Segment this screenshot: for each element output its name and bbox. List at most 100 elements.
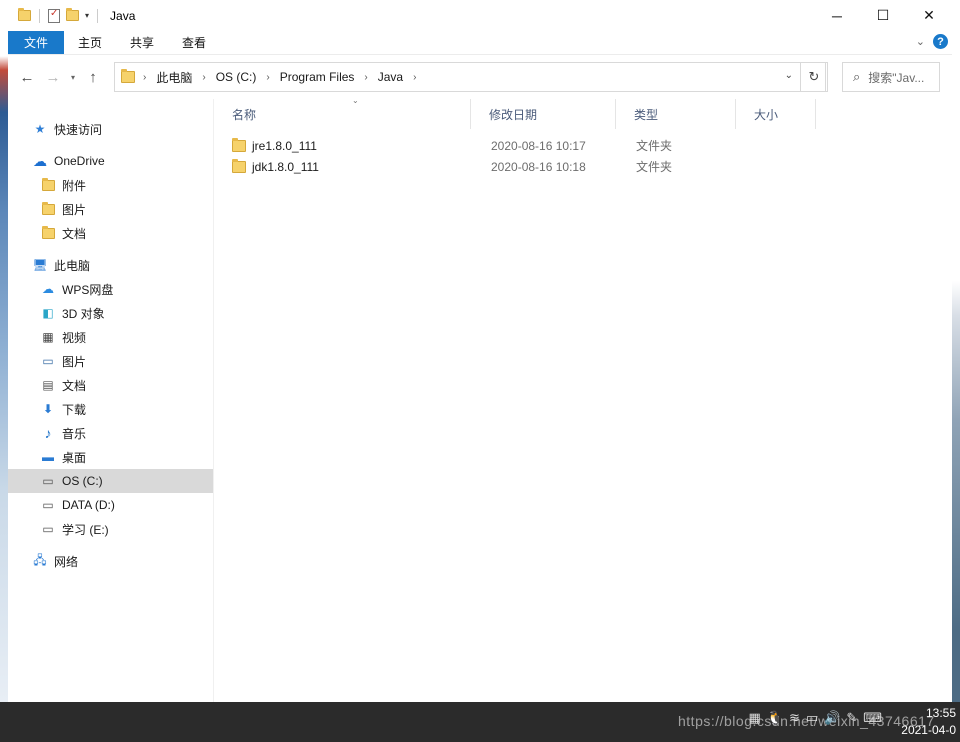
music-note-icon: ♪ xyxy=(44,425,52,441)
maximize-button[interactable]: ☐ xyxy=(860,0,906,31)
pen-icon[interactable]: ✎ xyxy=(846,710,857,726)
sidebar-item-onedrive-documents[interactable]: 文档 xyxy=(8,221,213,245)
sidebar-item-label: OneDrive xyxy=(54,154,105,168)
file-type: 文件夹 xyxy=(636,139,673,153)
sidebar-item-videos[interactable]: ▦ 视频 xyxy=(8,325,213,349)
search-placeholder: 搜索"Jav... xyxy=(868,70,925,85)
properties-icon[interactable] xyxy=(48,8,60,23)
new-folder-icon[interactable] xyxy=(66,8,79,21)
folder-icon xyxy=(41,225,55,239)
wps-cloud-icon: ☁ xyxy=(42,282,54,296)
qq-icon[interactable]: 🐧 xyxy=(767,710,783,726)
customize-toolbar-dropdown[interactable]: ▾ xyxy=(85,11,89,20)
expand-ribbon-chevron-icon[interactable]: ⌄ xyxy=(916,35,925,48)
table-row[interactable]: jdk1.8.0_111 2020-08-16 10:18 文件夹 xyxy=(214,156,952,177)
chevron-right-icon[interactable]: › xyxy=(364,72,367,83)
separator xyxy=(97,8,99,23)
chevron-right-icon[interactable]: › xyxy=(266,72,269,83)
sidebar-item-label: 附件 xyxy=(62,178,87,193)
sidebar-item-label: 快速访问 xyxy=(54,122,103,137)
table-row[interactable]: jre1.8.0_111 2020-08-16 10:17 文件夹 xyxy=(214,135,952,156)
clock[interactable]: 13:55 2021-04-0 xyxy=(901,705,956,739)
sidebar-item-this-pc[interactable]: 🖥 此电脑 xyxy=(8,253,213,277)
battery-icon[interactable]: ▭ xyxy=(806,710,818,726)
sidebar-item-label: 网络 xyxy=(54,554,79,569)
keyboard-icon[interactable]: ⌨ xyxy=(863,710,882,726)
sidebar-item-downloads[interactable]: ⬇ 下载 xyxy=(8,397,213,421)
document-icon: ▤ xyxy=(42,378,54,392)
wifi-icon[interactable]: ≋ xyxy=(789,710,800,726)
sidebar-item-study-e[interactable]: ▭ 学习 (E:) xyxy=(8,517,213,541)
sidebar-item-label: 文档 xyxy=(62,378,87,393)
close-button[interactable]: ✕ xyxy=(906,0,952,31)
sort-chevron-icon: ⌄ xyxy=(352,96,359,105)
cloud-icon: ☁ xyxy=(33,152,47,169)
sidebar-item-label: 音乐 xyxy=(62,426,87,441)
chevron-right-icon[interactable]: › xyxy=(413,72,416,83)
sidebar-item-attachments[interactable]: 附件 xyxy=(8,173,213,197)
help-icon[interactable]: ? xyxy=(933,34,948,49)
sidebar-item-label: WPS网盘 xyxy=(62,282,114,297)
ribbon-tabs: 文件 主页 共享 查看 ⌄ ? xyxy=(8,31,952,55)
sidebar-item-label: 此电脑 xyxy=(54,258,91,273)
sidebar-item-3d-objects[interactable]: ◧ 3D 对象 xyxy=(8,301,213,325)
sidebar-item-data-d[interactable]: ▭ DATA (D:) xyxy=(8,493,213,517)
sidebar-item-documents[interactable]: ▤ 文档 xyxy=(8,373,213,397)
main-area: ★ 快速访问 ☁ OneDrive 附件 图片 文档 🖥 此电脑 ☁ WPS网盘… xyxy=(8,96,952,702)
sidebar-item-wps-drive[interactable]: ☁ WPS网盘 xyxy=(8,277,213,301)
up-arrow-icon[interactable]: ↑ xyxy=(80,69,106,86)
sidebar-item-desktop[interactable]: ▬ 桌面 xyxy=(8,445,213,469)
input-method-icon[interactable]: ▦ xyxy=(748,710,760,726)
column-header-size[interactable]: 大小 xyxy=(736,99,816,129)
sidebar-item-quick-access[interactable]: ★ 快速访问 xyxy=(8,117,213,141)
column-headers: ⌄ 名称 修改日期 类型 大小 xyxy=(214,96,952,129)
recent-locations-dropdown[interactable]: ▾ xyxy=(66,73,80,82)
chevron-right-icon[interactable]: › xyxy=(143,72,146,83)
forward-arrow-icon[interactable]: → xyxy=(40,69,66,86)
download-arrow-icon: ⬇ xyxy=(42,402,54,416)
breadcrumb-this-pc[interactable]: 此电脑 xyxy=(156,69,192,86)
back-arrow-icon[interactable]: ← xyxy=(14,69,40,86)
minimize-button[interactable]: ─ xyxy=(814,0,860,31)
sidebar-item-network[interactable]: 🖧 网络 xyxy=(8,549,213,573)
column-header-type[interactable]: 类型 xyxy=(616,99,736,129)
tab-home[interactable]: 主页 xyxy=(64,31,116,54)
column-header-name[interactable]: 名称 xyxy=(214,99,471,129)
file-name: jre1.8.0_111 xyxy=(252,138,317,153)
breadcrumb-program-files[interactable]: Program Files xyxy=(280,70,355,84)
breadcrumb-os-c[interactable]: OS (C:) xyxy=(216,70,257,84)
navigation-pane: ★ 快速访问 ☁ OneDrive 附件 图片 文档 🖥 此电脑 ☁ WPS网盘… xyxy=(8,99,214,702)
address-history-chevron-icon[interactable]: ⌄ xyxy=(785,70,793,81)
title-bar: ▾ Java ─ ☐ ✕ xyxy=(8,0,952,31)
window-controls: ─ ☐ ✕ xyxy=(814,0,952,31)
picture-icon: ▭ xyxy=(42,354,54,368)
computer-icon: 🖥 xyxy=(32,258,48,272)
sidebar-item-label: 视频 xyxy=(62,330,87,345)
drive-icon: ▭ xyxy=(42,498,54,512)
search-box[interactable]: ⌕ 搜索"Jav... xyxy=(842,62,940,92)
drive-icon: ▭ xyxy=(42,522,54,536)
sidebar-item-label: 桌面 xyxy=(62,450,87,465)
breadcrumb-java[interactable]: Java xyxy=(378,70,403,84)
sidebar-item-pictures[interactable]: ▭ 图片 xyxy=(8,349,213,373)
sidebar-item-label: 图片 xyxy=(62,354,87,369)
column-header-modified[interactable]: 修改日期 xyxy=(471,99,616,129)
chevron-right-icon[interactable]: › xyxy=(202,72,205,83)
sidebar-item-os-c[interactable]: ▭ OS (C:) xyxy=(8,469,213,493)
system-tray: ▦ 🐧 ≋ ▭ 🔊 ✎ ⌨ xyxy=(748,710,882,726)
volume-icon[interactable]: 🔊 xyxy=(824,710,840,726)
folder-icon xyxy=(18,8,31,21)
file-name: jdk1.8.0_111 xyxy=(252,159,319,174)
network-icon: 🖧 xyxy=(33,552,47,567)
desktop-wallpaper-left xyxy=(0,0,8,702)
refresh-button[interactable]: ↻ xyxy=(800,62,828,92)
clock-date: 2021-04-0 xyxy=(901,723,956,737)
sidebar-item-onedrive-pictures[interactable]: 图片 xyxy=(8,197,213,221)
desktop-icon: ▬ xyxy=(42,450,54,464)
address-bar[interactable]: › 此电脑 › OS (C:) › Program Files › Java › ⌄ xyxy=(114,62,826,92)
sidebar-item-music[interactable]: ♪ 音乐 xyxy=(8,421,213,445)
tab-share[interactable]: 共享 xyxy=(116,31,168,54)
tab-view[interactable]: 查看 xyxy=(168,31,220,54)
sidebar-item-onedrive[interactable]: ☁ OneDrive xyxy=(8,149,213,173)
tab-file[interactable]: 文件 xyxy=(8,31,64,54)
